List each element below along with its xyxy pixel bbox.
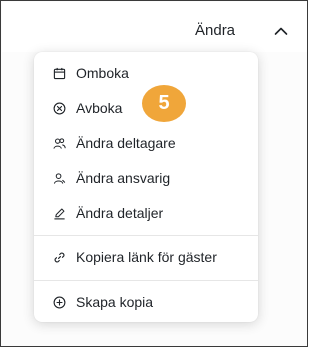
menu-divider xyxy=(34,280,258,281)
edit-dropdown-label[interactable]: Ändra xyxy=(195,22,235,39)
add-circle-icon xyxy=(52,295,66,309)
people-icon xyxy=(52,136,66,150)
menu-item-label: Skapa kopia xyxy=(76,294,154,310)
pencil-icon xyxy=(52,206,66,220)
menu-item-andra-deltagare[interactable]: Ändra deltagare xyxy=(34,129,258,157)
menu-item-kopiera-lank[interactable]: Kopiera länk för gäster xyxy=(34,243,258,271)
menu-item-label: Ändra deltagare xyxy=(76,135,176,151)
menu-item-label: Avboka xyxy=(76,100,123,116)
person-icon xyxy=(52,171,66,185)
menu-item-label: Kopiera länk för gäster xyxy=(76,249,217,265)
link-icon xyxy=(52,250,66,264)
menu-item-andra-ansvarig[interactable]: Ändra ansvarig xyxy=(34,164,258,192)
cancel-circle-icon xyxy=(52,101,66,115)
chevron-up-icon[interactable] xyxy=(274,23,288,35)
menu-item-label: Ändra detaljer xyxy=(76,205,164,221)
menu-item-omboka[interactable]: Omboka xyxy=(34,59,258,87)
menu-item-andra-detaljer[interactable]: Ändra detaljer xyxy=(34,199,258,227)
menu-item-skapa-kopia[interactable]: Skapa kopia xyxy=(34,288,258,316)
calendar-icon xyxy=(52,66,66,80)
step-number-badge: 5 xyxy=(142,85,186,122)
top-bar: Ändra xyxy=(2,2,307,52)
menu-item-label: Omboka xyxy=(76,65,129,81)
menu-item-label: Ändra ansvarig xyxy=(76,170,171,186)
menu-divider xyxy=(34,235,258,236)
